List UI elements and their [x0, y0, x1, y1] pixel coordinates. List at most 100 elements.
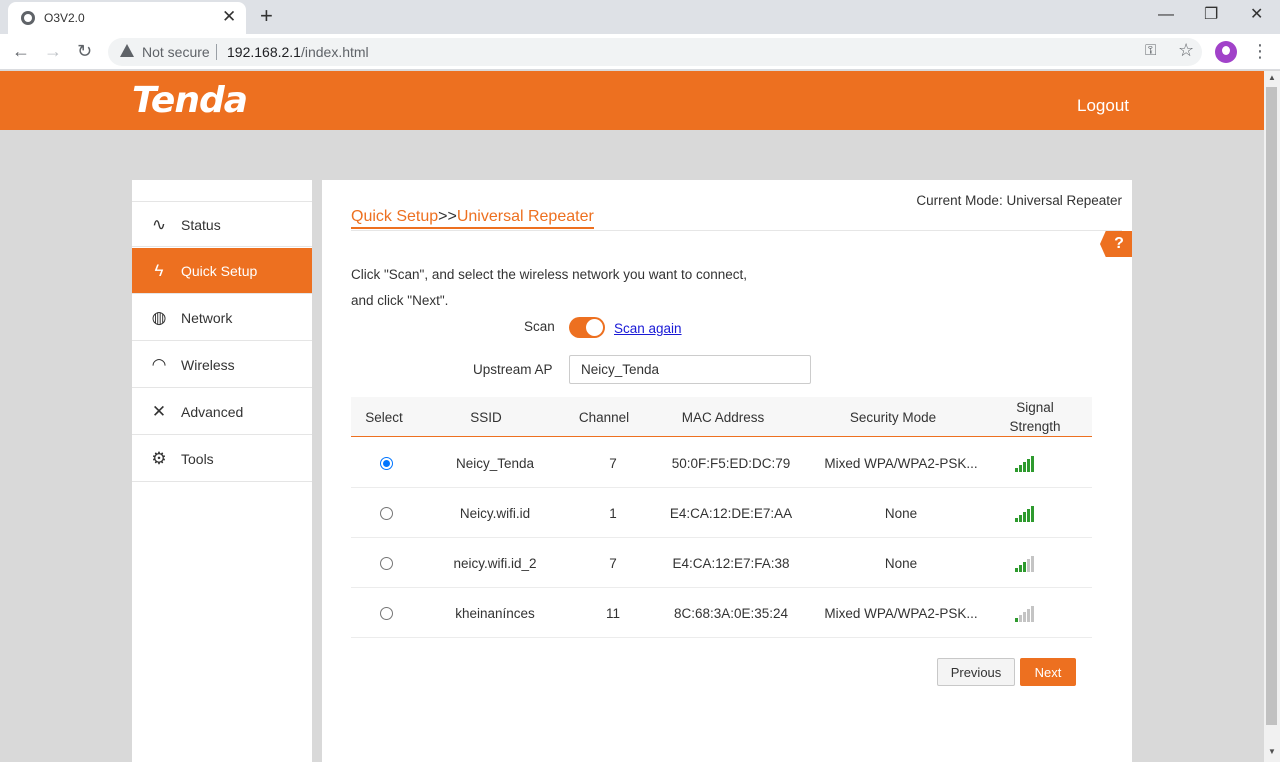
wifi-icon: ◠	[151, 355, 167, 374]
browser-tab[interactable]: O3V2.0 ✕	[8, 2, 246, 34]
breadcrumb-parent[interactable]: Quick Setup	[351, 208, 438, 225]
signal-bar	[1023, 562, 1026, 572]
breadcrumb-current: Universal Repeater	[456, 208, 594, 225]
col-ssid: SSID	[470, 409, 502, 425]
page-scrollbar[interactable]: ▲ ▼	[1264, 71, 1280, 762]
activity-icon: ∿	[151, 215, 167, 234]
signal-bar	[1027, 559, 1030, 572]
window-close-button[interactable]: ✕	[1250, 4, 1263, 26]
breadcrumb: Quick Setup>>Universal Repeater	[351, 208, 594, 229]
table-row[interactable]: Neicy_Tenda 7 50:0F:F5:ED:DC:79 Mixed WP…	[351, 438, 1092, 488]
minimize-button[interactable]: —	[1158, 4, 1174, 26]
toggle-knob	[586, 319, 603, 336]
table-row[interactable]: Neicy.wifi.id 1 E4:CA:12:DE:E7:AA None	[351, 488, 1092, 538]
col-security: Security Mode	[849, 409, 937, 425]
scan-toggle[interactable]	[569, 317, 605, 338]
key-icon[interactable]: ⚿	[1145, 42, 1156, 59]
mac-cell: E4:CA:12:DE:E7:AA	[669, 505, 793, 521]
scan-label: Scan	[524, 319, 555, 334]
signal-bar	[1023, 612, 1026, 622]
help-button[interactable]: ?	[1100, 231, 1132, 257]
signal-strength-icon	[1015, 454, 1037, 472]
logout-link[interactable]: Logout	[1077, 96, 1129, 116]
url-text[interactable]: 192.168.2.1/index.html	[227, 44, 369, 60]
security-cell: Mixed WPA/WPA2-PSK...	[824, 455, 978, 471]
title-divider	[351, 230, 1122, 231]
instruction-line: Click "Scan", and select the wireless ne…	[351, 267, 748, 282]
signal-bar	[1015, 618, 1018, 622]
star-icon[interactable]: ☆	[1178, 40, 1194, 61]
signal-bar	[1027, 609, 1030, 622]
select-radio[interactable]	[379, 456, 393, 470]
security-cell: Mixed WPA/WPA2-PSK...	[824, 605, 978, 621]
sidebar-item-advanced[interactable]: ✕ Advanced	[132, 389, 312, 435]
profile-icon[interactable]	[1215, 41, 1237, 63]
security-cell: None	[884, 555, 918, 571]
sidebar-item-wireless[interactable]: ◠ Wireless	[132, 342, 312, 388]
address-bar[interactable]: Not secure 192.168.2.1/index.html ⚿ ☆	[108, 38, 1202, 66]
signal-bar	[1019, 515, 1022, 522]
browser-tab-strip: O3V2.0 ✕ + — ❐ ✕	[0, 0, 1280, 34]
globe-icon: ◍	[151, 308, 167, 327]
mac-cell: 8C:68:3A:0E:35:24	[673, 605, 789, 621]
col-signal: Signal Strength	[993, 397, 1077, 437]
mac-cell: E4:CA:12:E7:FA:38	[672, 555, 790, 571]
forward-icon[interactable]: →	[44, 40, 62, 62]
col-signal-line: Signal	[1016, 400, 1054, 415]
select-radio[interactable]	[379, 606, 393, 620]
instruction-line: and click "Next".	[351, 293, 449, 308]
signal-bar	[1031, 506, 1034, 522]
scan-again-link[interactable]: Scan again	[614, 321, 682, 336]
router-admin-page: Tenda Logout ∿ Status ϟ Quick Setup ◍ Ne…	[0, 71, 1264, 762]
table-header: Select SSID Channel MAC Address Security…	[351, 397, 1092, 437]
table-row[interactable]: kheinanínces 11 8C:68:3A:0E:35:24 Mixed …	[351, 588, 1092, 638]
table-row[interactable]: neicy.wifi.id_2 7 E4:CA:12:E7:FA:38 None	[351, 538, 1092, 588]
restore-button[interactable]: ❐	[1204, 4, 1218, 26]
favicon-globe-icon	[21, 11, 35, 25]
scroll-thumb[interactable]	[1266, 87, 1277, 725]
signal-bar	[1019, 565, 1022, 572]
warning-icon[interactable]	[120, 44, 134, 57]
reload-icon[interactable]: ↻	[77, 40, 92, 62]
signal-bar	[1015, 468, 1018, 472]
signal-strength-icon	[1015, 604, 1037, 622]
signal-bar	[1015, 518, 1018, 522]
select-radio[interactable]	[379, 506, 393, 520]
sidebar-item-label: Advanced	[181, 404, 244, 420]
security-status[interactable]: Not secure	[142, 44, 210, 60]
instructions: Click "Scan", and select the wireless ne…	[351, 262, 747, 314]
sidebar-item-status[interactable]: ∿ Status	[132, 201, 312, 247]
upstream-ap-label: Upstream AP	[473, 362, 553, 377]
url-path: /index.html	[300, 44, 369, 60]
channel-cell: 7	[609, 455, 617, 471]
select-radio[interactable]	[379, 556, 393, 570]
new-tab-button[interactable]: +	[260, 4, 273, 28]
signal-bar	[1031, 556, 1034, 572]
next-button[interactable]: Next	[1020, 658, 1076, 686]
tab-close-icon[interactable]: ✕	[222, 7, 236, 27]
signal-bar	[1031, 606, 1034, 622]
sidebar-item-label: Status	[181, 217, 221, 233]
tab-title: O3V2.0	[44, 11, 85, 25]
sidebar-item-tools[interactable]: ⚙ Tools	[132, 436, 312, 482]
tools-icon: ✕	[151, 402, 167, 421]
security-cell: None	[884, 505, 918, 521]
upstream-ap-input[interactable]	[569, 355, 811, 384]
scroll-down-icon[interactable]: ▼	[1268, 747, 1276, 756]
scroll-up-icon[interactable]: ▲	[1268, 73, 1276, 82]
ssid-cell: kheinanínces	[455, 605, 535, 621]
sidebar-item-quick-setup[interactable]: ϟ Quick Setup	[132, 248, 312, 294]
top-header: Tenda Logout	[0, 71, 1264, 130]
back-icon[interactable]: ←	[12, 40, 30, 62]
sidebar-item-label: Wireless	[181, 357, 235, 373]
address-divider	[216, 44, 217, 60]
previous-button[interactable]: Previous	[937, 658, 1015, 686]
menu-icon[interactable]: ⋮	[1251, 40, 1269, 62]
breadcrumb-separator: >>	[438, 208, 457, 225]
current-mode: Current Mode: Universal Repeater	[916, 193, 1122, 208]
sidebar-item-network[interactable]: ◍ Network	[132, 295, 312, 341]
signal-bar	[1019, 465, 1022, 472]
signal-bar	[1023, 512, 1026, 522]
signal-bar	[1027, 459, 1030, 472]
signal-strength-icon	[1015, 504, 1037, 522]
